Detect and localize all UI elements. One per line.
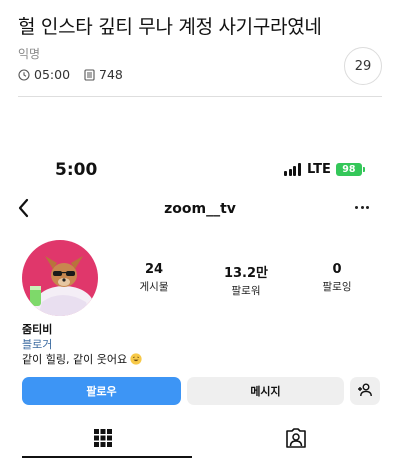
- clock-icon: [18, 68, 30, 81]
- follow-button[interactable]: 팔로우: [22, 377, 181, 405]
- status-time: 5:00: [55, 160, 98, 180]
- message-button[interactable]: 메시지: [187, 377, 344, 405]
- instagram-profile-screenshot: 5:00 LTE 98 zoom__tv 24 게시물 13.2만 팔로워 0 …: [0, 150, 400, 458]
- more-options-icon[interactable]: [355, 206, 372, 209]
- add-person-button[interactable]: [350, 377, 380, 405]
- profile-username: zoom__tv: [164, 201, 236, 217]
- posts-label: 게시물: [139, 281, 169, 293]
- add-person-icon: [357, 383, 373, 400]
- status-bar-icons: LTE 98: [284, 162, 365, 177]
- post-time: 05:00: [34, 67, 71, 82]
- views-icon: [84, 68, 95, 81]
- signal-icon: [284, 163, 302, 176]
- posts-stat[interactable]: 24 게시물: [119, 262, 189, 294]
- profile-category: 블로거: [22, 338, 53, 351]
- bio-text: 같이 힐링, 같이 웃어요: [22, 353, 128, 366]
- comment-count-button[interactable]: 29: [344, 47, 382, 85]
- followers-stat[interactable]: 13.2만 팔로워: [211, 262, 281, 298]
- followers-label: 팔로워: [231, 285, 261, 297]
- post-title: 헐 인스타 깊티 무나 계정 사기구라였네: [18, 16, 322, 38]
- grid-icon[interactable]: [93, 428, 113, 448]
- followers-count: 13.2만: [223, 266, 269, 281]
- avatar[interactable]: [22, 240, 98, 316]
- post-views: 748: [99, 67, 123, 82]
- divider: [18, 96, 382, 97]
- tagged-person-icon[interactable]: [285, 427, 307, 449]
- laughing-emoji-icon: [130, 353, 142, 365]
- battery-icon: 98: [335, 163, 365, 176]
- profile-name: 줌티비: [22, 323, 53, 336]
- posts-count: 24: [144, 262, 164, 277]
- battery-level: 98: [335, 163, 362, 176]
- following-count: 0: [332, 262, 342, 277]
- network-label: LTE: [307, 162, 331, 177]
- post-meta: 05:00 748: [18, 67, 123, 82]
- following-label: 팔로잉: [322, 281, 352, 293]
- following-stat[interactable]: 0 팔로잉: [302, 262, 372, 294]
- profile-bio: 같이 힐링, 같이 웃어요: [22, 351, 142, 367]
- post-author: 익명: [18, 47, 41, 61]
